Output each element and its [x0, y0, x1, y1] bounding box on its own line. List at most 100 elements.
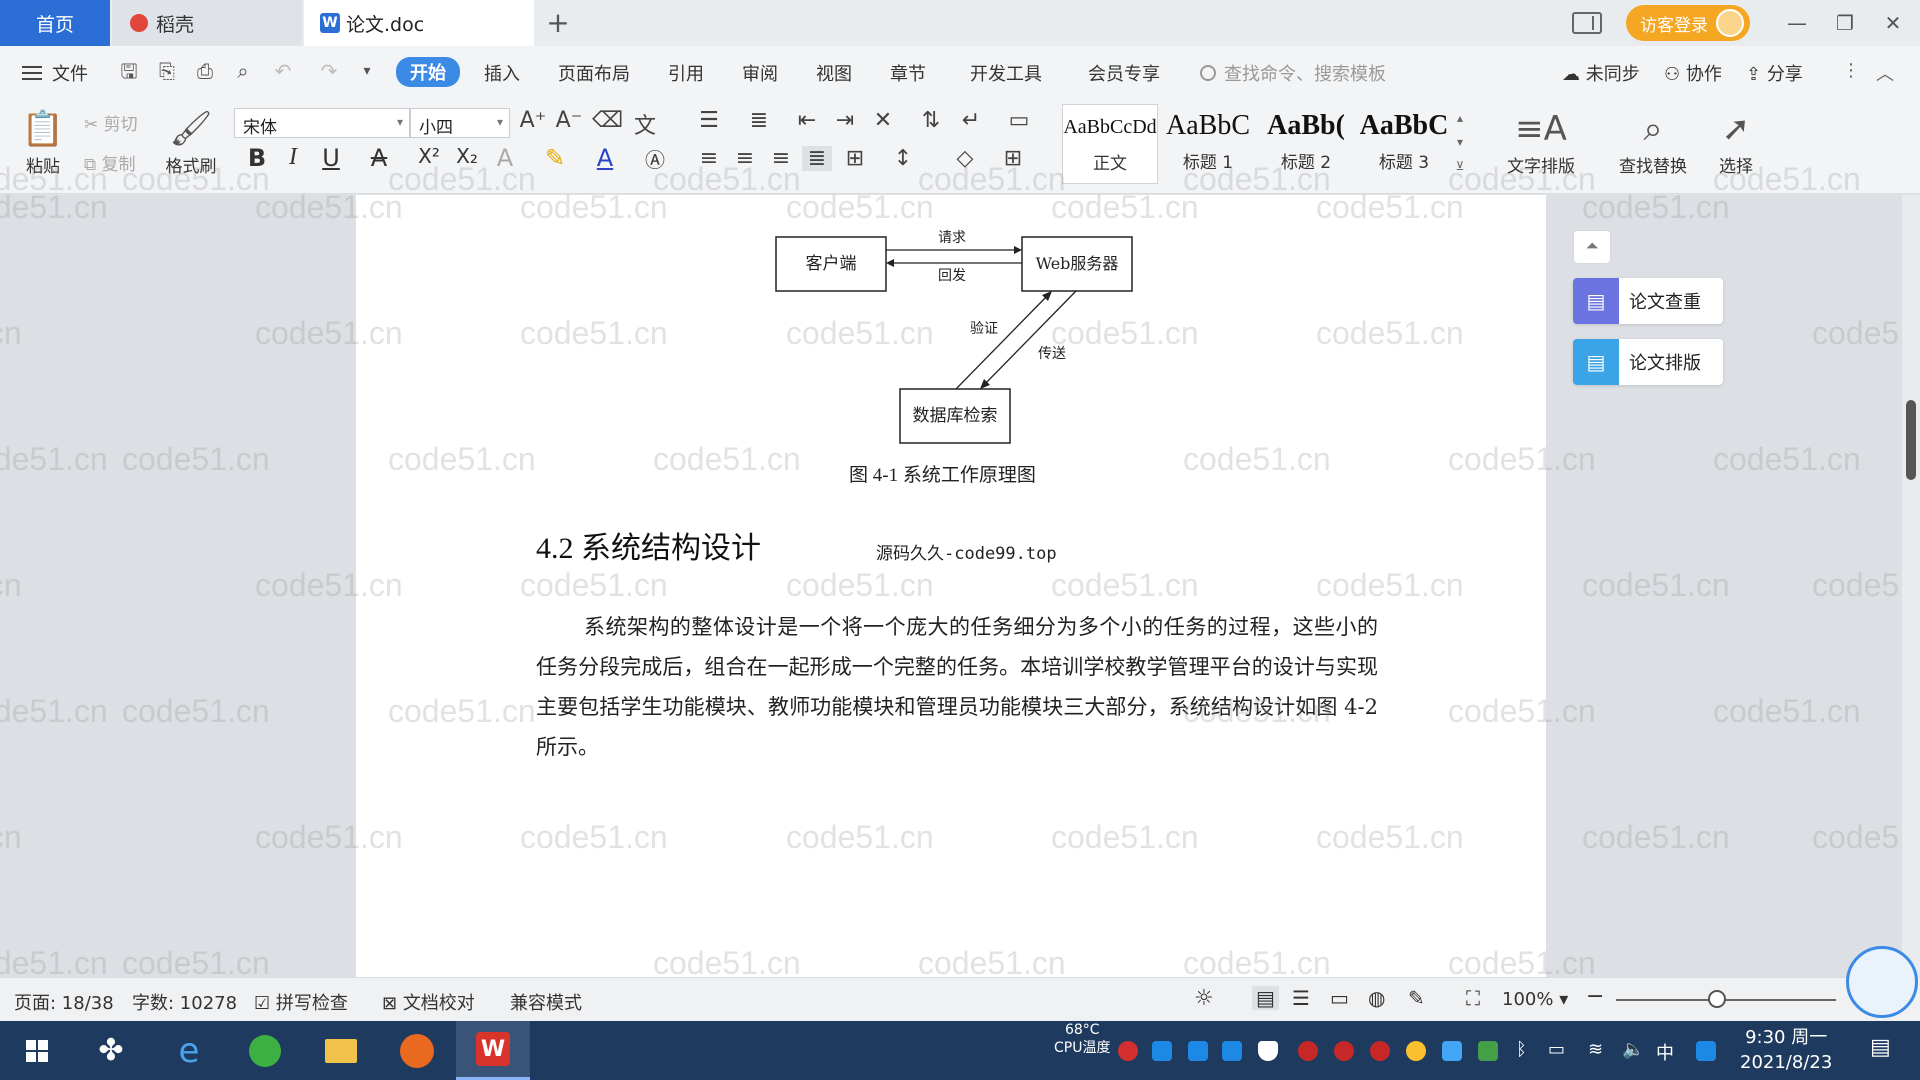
- system-clock[interactable]: 9:30 周一 2021/8/23: [1740, 1025, 1832, 1075]
- chinese-layout-icon[interactable]: ✕: [868, 108, 898, 133]
- outline-view-icon[interactable]: ☰: [1292, 986, 1310, 1010]
- phonetic-icon[interactable]: 文: [630, 108, 660, 140]
- select-button[interactable]: ➚ 选择: [1704, 106, 1768, 177]
- print-icon[interactable]: ⎙: [194, 60, 216, 82]
- wps-taskbar-icon[interactable]: W: [456, 1021, 530, 1080]
- bullet-list-icon[interactable]: ☰: [694, 108, 724, 133]
- tab-daoke[interactable]: 稻壳: [112, 0, 302, 46]
- justify-icon[interactable]: ≣: [802, 146, 832, 171]
- pinwheel-app-icon[interactable]: ✤: [74, 1021, 148, 1080]
- tab-chapter[interactable]: 章节: [890, 60, 926, 86]
- tab-dev-tools[interactable]: 开发工具: [970, 60, 1042, 86]
- menu-file[interactable]: 文件: [22, 60, 88, 86]
- redo-icon[interactable]: ↷: [318, 60, 340, 82]
- sync-status[interactable]: ☁ 未同步: [1562, 60, 1640, 86]
- page-view-icon[interactable]: ▤: [1252, 986, 1279, 1010]
- tab-review[interactable]: 审阅: [742, 60, 778, 86]
- strikethrough-button[interactable]: A: [364, 144, 394, 172]
- word-count[interactable]: 字数: 10278: [132, 989, 237, 1015]
- undo-icon[interactable]: ↶: [272, 60, 294, 82]
- bluetooth-icon[interactable]: ᛒ: [1516, 1039, 1527, 1060]
- guest-login-button[interactable]: 访客登录: [1626, 5, 1750, 41]
- tray-app-icon[interactable]: [1152, 1041, 1172, 1061]
- new-tab-button[interactable]: +: [538, 6, 578, 39]
- grow-font-icon[interactable]: A⁺: [518, 108, 548, 133]
- search-app-icon[interactable]: [1696, 1041, 1716, 1061]
- windows-start-icon[interactable]: [0, 1021, 74, 1080]
- shield-icon[interactable]: [1258, 1041, 1278, 1061]
- style-heading-1[interactable]: AaBbC 标题 1: [1160, 104, 1256, 184]
- notification-icon[interactable]: ▤: [1870, 1035, 1891, 1060]
- sort-icon[interactable]: ⇅: [916, 108, 946, 133]
- show-marks-icon[interactable]: ↵: [956, 108, 986, 133]
- text-effect-icon[interactable]: A: [490, 144, 520, 172]
- shrink-font-icon[interactable]: A⁻: [554, 108, 584, 133]
- underline-button[interactable]: U: [316, 144, 346, 172]
- highlight-icon[interactable]: ✎: [540, 144, 570, 172]
- wifi-icon[interactable]: ≋: [1588, 1039, 1603, 1060]
- collapse-ribbon-icon[interactable]: ︿: [1876, 60, 1894, 86]
- paper-layout-button[interactable]: ▤ 论文排版: [1573, 339, 1723, 385]
- more-icon[interactable]: ⋮: [1842, 60, 1860, 81]
- shading-icon[interactable]: ◇: [950, 146, 980, 171]
- table-line-icon[interactable]: ▭: [1004, 108, 1034, 133]
- distribute-icon[interactable]: ⊞: [840, 146, 870, 171]
- export-icon[interactable]: ⎘: [156, 60, 178, 82]
- tab-reference[interactable]: 引用: [668, 60, 704, 86]
- decrease-indent-icon[interactable]: ⇤: [792, 108, 822, 133]
- clear-format-icon[interactable]: ⌫: [592, 108, 623, 133]
- subscript-button[interactable]: X₂: [452, 144, 482, 168]
- tab-insert[interactable]: 插入: [484, 60, 520, 86]
- paper-check-button[interactable]: ▤ 论文查重: [1573, 278, 1723, 324]
- scrollbar-thumb[interactable]: [1906, 400, 1916, 480]
- text-layout-button[interactable]: ≡A 文字排版: [1496, 106, 1586, 177]
- tray-app-icon[interactable]: [1370, 1041, 1390, 1061]
- italic-button[interactable]: I: [278, 144, 308, 171]
- style-heading-2[interactable]: AaBb( 标题 2: [1258, 104, 1354, 184]
- bold-button[interactable]: B: [242, 144, 272, 172]
- restore-icon[interactable]: ❐: [1824, 11, 1866, 35]
- print-preview-icon[interactable]: ⌕: [232, 60, 254, 82]
- cut-button[interactable]: ✂ 剪切: [84, 110, 138, 135]
- align-left-icon[interactable]: ≡: [694, 146, 724, 171]
- tray-app-icon[interactable]: [1334, 1041, 1354, 1061]
- style-normal[interactable]: AaBbCcDd 正文: [1062, 104, 1158, 184]
- tab-page-layout[interactable]: 页面布局: [558, 60, 630, 86]
- assistant-robot-icon[interactable]: [1846, 946, 1918, 1018]
- char-border-icon[interactable]: Ⓐ: [640, 144, 670, 173]
- document-page[interactable]: 客户端 Web服务器 数据库检索 请求 回发 验证 传送 图 4-1 系统工作原…: [356, 195, 1546, 977]
- fit-page-icon[interactable]: ⛶: [1466, 986, 1480, 1010]
- font-size-select[interactable]: 小四 ▾: [410, 108, 510, 138]
- numbered-list-icon[interactable]: ≣: [744, 108, 774, 133]
- tray-app-icon[interactable]: [1442, 1041, 1462, 1061]
- reading-view-icon[interactable]: ▭: [1330, 986, 1349, 1010]
- zoom-level[interactable]: 100% ▾: [1502, 989, 1568, 1010]
- paste-button[interactable]: 📋 粘贴: [8, 106, 78, 177]
- ie-browser-icon[interactable]: e: [152, 1021, 226, 1080]
- volume-icon[interactable]: 🔈: [1622, 1039, 1644, 1060]
- spellcheck-button[interactable]: ☑ 拼写检查: [254, 989, 348, 1015]
- collab-button[interactable]: ⚇ 协作: [1664, 60, 1722, 86]
- command-search[interactable]: 查找命令、搜索模板: [1200, 60, 1386, 86]
- format-painter-button[interactable]: 🖌 格式刷: [156, 106, 226, 177]
- save-icon[interactable]: 🖫: [118, 60, 140, 82]
- tray-app-icon[interactable]: [1118, 1041, 1138, 1061]
- zoom-out-icon[interactable]: −: [1586, 984, 1604, 1009]
- style-heading-3[interactable]: AaBbC 标题 3: [1356, 104, 1452, 184]
- ime-indicator[interactable]: 中: [1656, 1039, 1674, 1065]
- superscript-button[interactable]: X²: [414, 144, 444, 168]
- style-gallery-scroll[interactable]: ▴ ▾ ⊻: [1452, 106, 1468, 178]
- window-layout-icon[interactable]: [1572, 12, 1602, 34]
- font-family-select[interactable]: 宋体 ▾: [234, 108, 410, 138]
- proofread-button[interactable]: ⊠ 文档校对: [382, 989, 475, 1015]
- battery-icon[interactable]: ▭: [1548, 1039, 1565, 1060]
- quick-access-dropdown-icon[interactable]: ▾: [356, 60, 378, 82]
- eye-protect-icon[interactable]: ☼: [1194, 986, 1214, 1011]
- font-color-icon[interactable]: A: [590, 144, 620, 172]
- align-right-icon[interactable]: ≡: [766, 146, 796, 171]
- write-view-icon[interactable]: ✎: [1408, 986, 1425, 1010]
- zoom-slider-handle[interactable]: [1708, 990, 1726, 1008]
- web-view-icon[interactable]: ◍: [1368, 986, 1385, 1010]
- green-browser-icon[interactable]: [228, 1021, 302, 1080]
- tray-app-icon[interactable]: [1222, 1041, 1242, 1061]
